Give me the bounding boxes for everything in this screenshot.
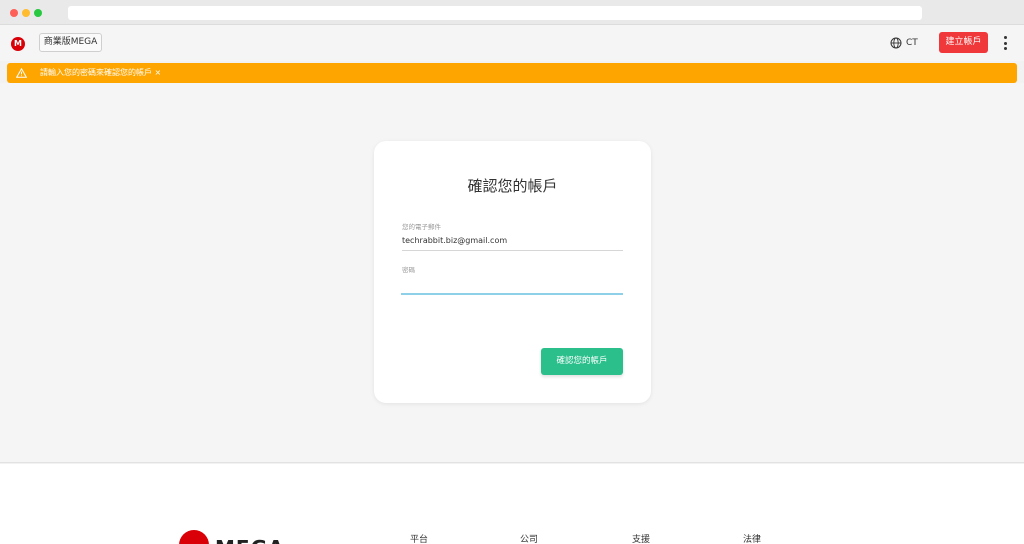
footer-logo-icon: [179, 530, 209, 544]
password-input[interactable]: [401, 275, 623, 295]
confirm-account-card: 確認您的帳戶 您的電子郵件 techrabbit.biz@gmail.com 密…: [374, 141, 651, 403]
create-account-button[interactable]: 建立帳戶: [939, 32, 988, 53]
more-vertical-icon[interactable]: [1001, 36, 1009, 50]
banner-close-button[interactable]: ×: [155, 68, 162, 77]
password-label: 密碼: [402, 266, 415, 274]
mega-logo-icon[interactable]: M: [11, 37, 25, 51]
footer-wordmark: MEGA: [215, 536, 284, 544]
banner-text: 請輸入您的密碼來確認您的帳戶: [40, 68, 152, 77]
warning-banner: 請輸入您的密碼來確認您的帳戶 ×: [7, 63, 1017, 83]
window-close-dot[interactable]: [10, 9, 18, 17]
confirm-account-button[interactable]: 確認您的帳戶: [541, 348, 623, 375]
window-minimize-dot[interactable]: [22, 9, 30, 17]
email-underline: [402, 250, 623, 251]
top-bar: M 商業版MEGA CT 建立帳戶: [0, 25, 1024, 61]
footer-link-platform[interactable]: 平台: [410, 532, 428, 544]
footer-link-company[interactable]: 公司: [520, 532, 538, 544]
language-selector[interactable]: CT: [890, 36, 918, 50]
card-title: 確認您的帳戶: [467, 177, 558, 195]
warning-triangle-icon: [16, 68, 27, 78]
footer-link-legal[interactable]: 法律: [743, 532, 761, 544]
footer-link-support[interactable]: 支援: [632, 532, 650, 544]
window-maximize-dot[interactable]: [34, 9, 42, 17]
footer: MEGA 平台 公司 支援 法律: [0, 464, 1024, 544]
browser-chrome: [0, 0, 1024, 25]
business-mega-button[interactable]: 商業版MEGA: [39, 33, 102, 52]
language-code: CT: [906, 38, 918, 48]
address-bar[interactable]: [68, 6, 922, 20]
globe-icon: [890, 37, 902, 49]
email-label: 您的電子郵件: [402, 223, 441, 231]
email-field[interactable]: techrabbit.biz@gmail.com: [402, 236, 507, 245]
